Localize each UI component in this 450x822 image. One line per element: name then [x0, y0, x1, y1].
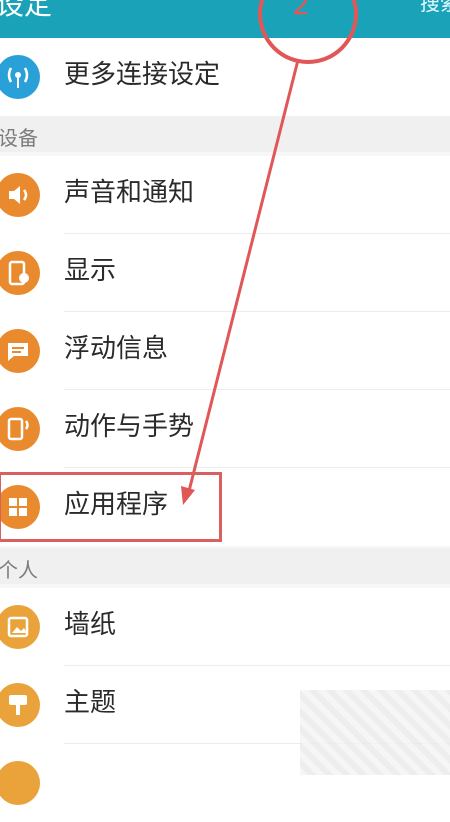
annotation-highlight-box	[0, 472, 222, 542]
watermark-pattern	[300, 690, 450, 775]
annotation-arrow	[181, 59, 300, 505]
